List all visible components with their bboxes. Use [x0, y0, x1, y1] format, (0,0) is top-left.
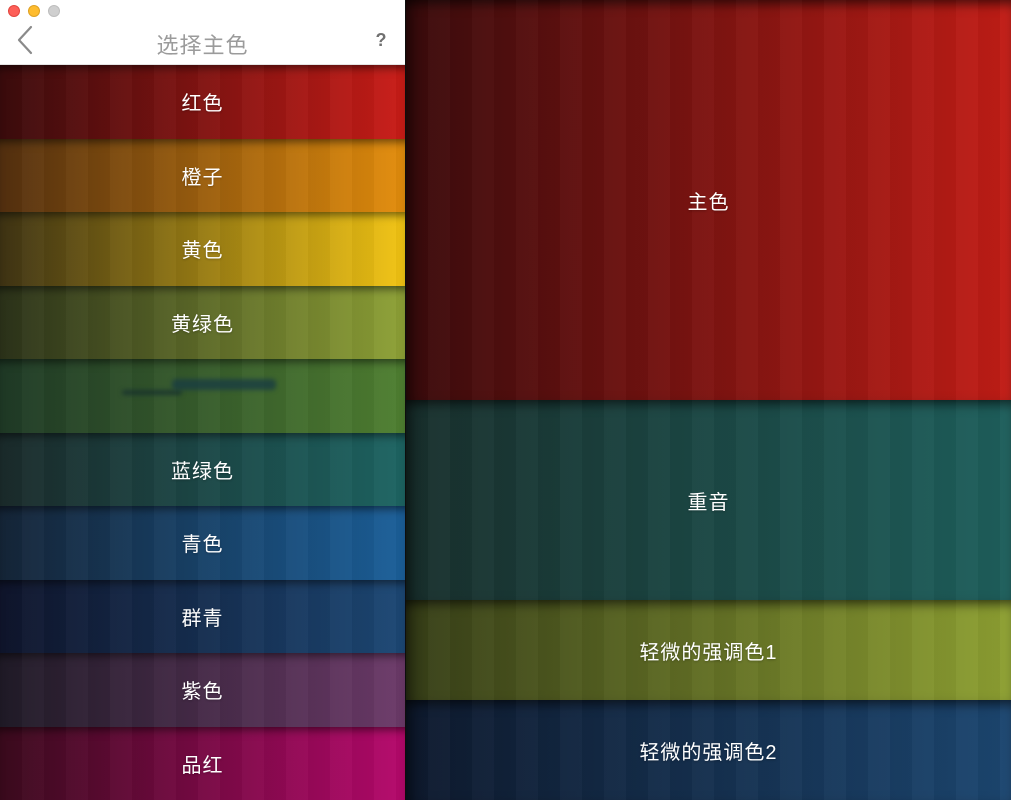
preview-subtle-accent-2-label: 轻微的强调色2 — [639, 741, 778, 764]
header-bar: 选择主色 ? — [0, 0, 405, 65]
preview-subtle-accent-1-label: 轻微的强调色1 — [639, 641, 778, 664]
chevron-left-icon — [17, 25, 33, 55]
color-row-red[interactable]: 红色 — [0, 65, 405, 139]
help-button[interactable]: ? — [371, 30, 391, 51]
preview-primary[interactable]: 主色 — [406, 0, 1011, 400]
back-button[interactable] — [14, 24, 38, 58]
color-row-blue[interactable]: 青色 — [0, 506, 405, 580]
color-row-green[interactable] — [0, 359, 405, 433]
window-controls — [8, 5, 60, 17]
window-close-button[interactable] — [8, 5, 20, 17]
blurred-label — [172, 379, 276, 390]
color-row-label: 紫色 — [181, 681, 224, 704]
preview-subtle-accent-2[interactable]: 轻微的强调色2 — [406, 700, 1011, 800]
color-row-label: 红色 — [181, 93, 224, 116]
color-row-yellow[interactable]: 黄色 — [0, 212, 405, 286]
color-row-label: 蓝绿色 — [171, 460, 234, 483]
color-list: 红色 橙子 黄色 黄绿色 蓝绿色 青色 群青 紫色 品红 — [0, 65, 405, 800]
color-row-label: 品红 — [181, 754, 224, 777]
preview-accent-label: 重音 — [687, 491, 730, 514]
color-row-label: 青色 — [181, 534, 224, 557]
color-row-label: 橙子 — [181, 166, 224, 189]
color-row-label: 黄色 — [181, 240, 224, 263]
color-row-teal[interactable]: 蓝绿色 — [0, 432, 405, 506]
color-row-label: 群青 — [181, 607, 224, 630]
color-row-ultramarine[interactable]: 群青 — [0, 579, 405, 653]
color-row-label: 黄绿色 — [171, 313, 234, 336]
preview-subtle-accent-1[interactable]: 轻微的强调色1 — [406, 600, 1011, 700]
blurred-label — [122, 390, 182, 395]
page-title: 选择主色 — [156, 33, 249, 58]
color-row-purple[interactable]: 紫色 — [0, 653, 405, 727]
color-row-magenta[interactable]: 品红 — [0, 726, 405, 800]
window-zoom-button[interactable] — [48, 5, 60, 17]
theme-preview-panel: 主色 重音 轻微的强调色1 轻微的强调色2 — [405, 0, 1011, 800]
preview-primary-label: 主色 — [687, 191, 730, 214]
color-row-orange[interactable]: 橙子 — [0, 138, 405, 212]
preview-accent[interactable]: 重音 — [406, 400, 1011, 600]
color-picker-panel: 选择主色 ? 红色 橙子 黄色 黄绿色 蓝绿色 青色 群青 紫色 品红 — [0, 0, 405, 800]
window-minimize-button[interactable] — [28, 5, 40, 17]
color-row-yellow-green[interactable]: 黄绿色 — [0, 285, 405, 359]
